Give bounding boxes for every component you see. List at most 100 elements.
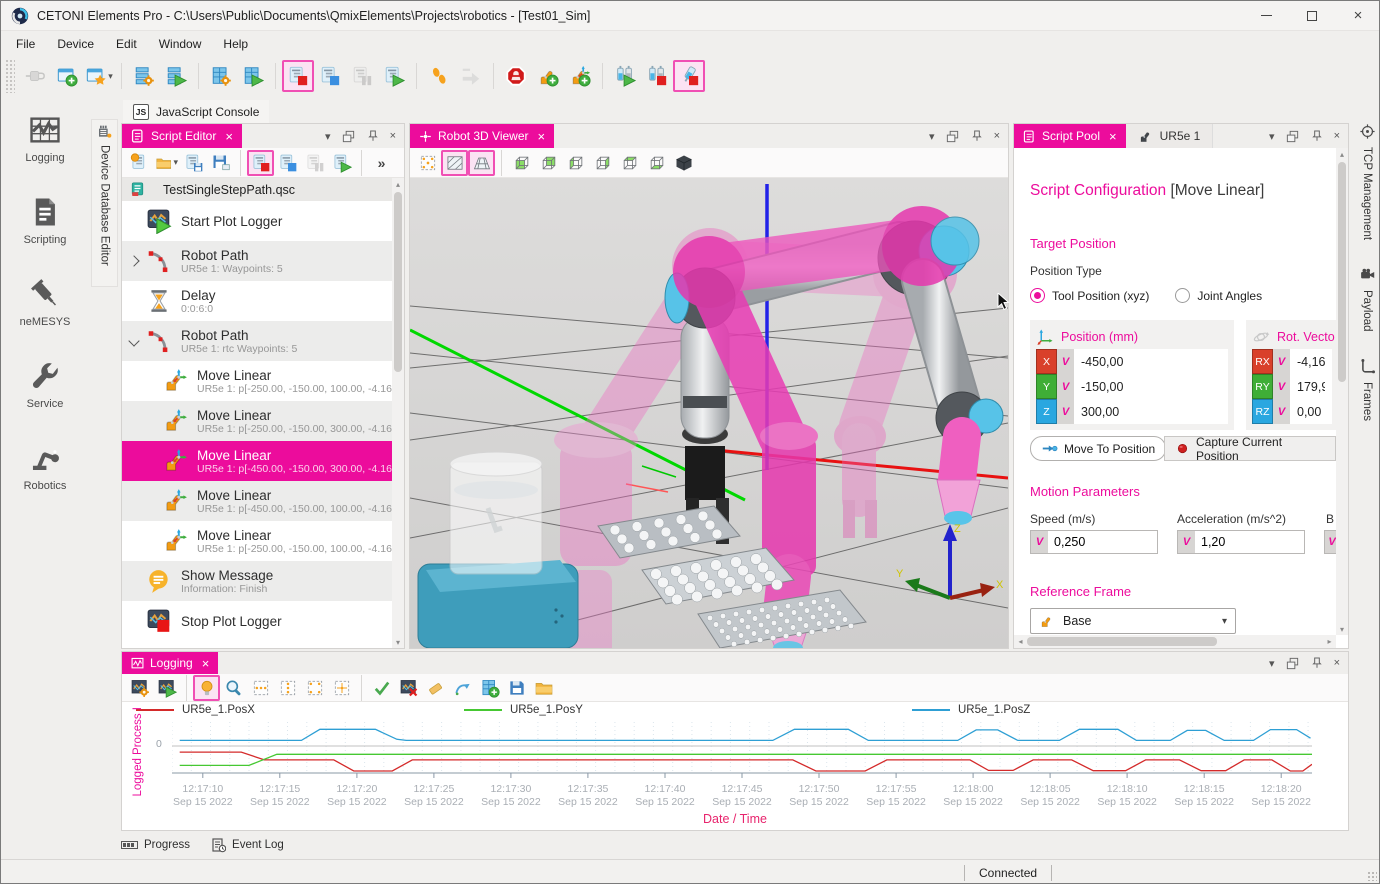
emergency-stop-icon[interactable] (500, 60, 532, 92)
tab-ur5e-1[interactable]: UR5e 1 (1126, 124, 1214, 148)
view-right-icon[interactable] (589, 150, 616, 176)
reference-frame-dropdown[interactable]: Base ▾ (1030, 608, 1236, 634)
tree-item[interactable]: Show MessageInformation: Finish (122, 561, 392, 601)
progress-tab[interactable]: Progress (121, 839, 190, 851)
position-row-y[interactable]: YV (1036, 374, 1228, 399)
view-bottom-icon[interactable] (643, 150, 670, 176)
position-row-x[interactable]: XV (1036, 349, 1228, 374)
marker-icon[interactable] (193, 675, 220, 701)
zoom-icon[interactable] (220, 675, 247, 701)
dock-tab-tcp-management[interactable]: TCP Management (1359, 123, 1376, 240)
device-database-editor-tab[interactable]: Device Database Editor (91, 119, 118, 287)
skip-script-icon[interactable] (274, 150, 301, 176)
script-run-icon[interactable] (378, 60, 410, 92)
dosing-stop-icon[interactable] (641, 60, 673, 92)
overflow-icon[interactable]: » (368, 150, 395, 176)
tab-close-icon[interactable]: × (202, 656, 210, 671)
position-row-z[interactable]: ZV (1036, 399, 1228, 424)
sidebar-item-logging[interactable]: Logging (1, 97, 89, 179)
step-run-icon[interactable] (423, 60, 455, 92)
panel-close-icon[interactable]: × (1334, 657, 1340, 669)
tree-item[interactable]: Stop Plot Logger (122, 601, 392, 641)
tab-close-icon[interactable]: × (538, 129, 546, 144)
script-skip-icon[interactable] (314, 60, 346, 92)
rotation-row-rx[interactable]: RXV (1252, 349, 1332, 374)
tree-item[interactable]: Start Plot Logger (122, 201, 392, 241)
view-top-icon[interactable] (616, 150, 643, 176)
menu-window[interactable]: Window (148, 34, 213, 54)
panel-menu-icon[interactable]: ▾ (325, 130, 331, 143)
panel-float-icon[interactable] (945, 129, 960, 144)
close-icon[interactable]: × (1335, 1, 1380, 31)
menu-file[interactable]: File (5, 34, 46, 54)
expander-icon[interactable] (128, 335, 139, 346)
panel-pin-icon[interactable] (1310, 656, 1324, 671)
origin-icon[interactable] (414, 150, 441, 176)
event-log-tab[interactable]: Event Log (212, 838, 284, 853)
add-robot-icon[interactable] (532, 60, 564, 92)
panel-menu-icon[interactable]: ▾ (1269, 130, 1275, 143)
clear-plot-icon[interactable] (395, 675, 422, 701)
dock-tab-frames[interactable]: Frames (1359, 358, 1376, 421)
tree-item[interactable]: Move LinearUR5e 1: p[-250.00, -150.00, 3… (122, 401, 392, 441)
sidebar-item-scripting[interactable]: Scripting (1, 179, 89, 261)
expander-icon[interactable] (128, 255, 139, 266)
scale-box-icon[interactable] (301, 675, 328, 701)
floor-grid-icon[interactable] (468, 150, 495, 176)
add-window-icon[interactable] (51, 60, 83, 92)
minimize-icon[interactable] (1243, 1, 1289, 31)
panel-pin-icon[interactable] (970, 129, 984, 144)
tree-item-selected[interactable]: Move LinearUR5e 1: p[-450.00, -150.00, 3… (122, 441, 392, 481)
robot-3d-scene[interactable]: Z Y X (410, 178, 1008, 648)
panel-float-icon[interactable] (1285, 129, 1300, 144)
sidebar-item-robotics[interactable]: Robotics (1, 425, 89, 507)
rotation-row-rz[interactable]: RZV (1252, 399, 1332, 424)
syringe-stop-icon[interactable] (673, 60, 705, 92)
panel-close-icon[interactable]: × (1334, 130, 1340, 142)
view-left-icon[interactable] (562, 150, 589, 176)
move-to-position-button[interactable]: Move To Position (1030, 436, 1166, 461)
tab-script-pool[interactable]: Script Pool× (1014, 124, 1126, 148)
tab-script-editor[interactable]: Script Editor× (122, 124, 242, 148)
tab-robot-3d-viewer[interactable]: Robot 3D Viewer× (410, 124, 554, 148)
open-script-icon[interactable]: ▾ (153, 150, 180, 176)
new-script-icon[interactable] (126, 150, 153, 176)
step-over-icon[interactable] (455, 60, 487, 92)
clipped-field[interactable]: V (1324, 530, 1336, 554)
tree-item[interactable]: Move LinearUR5e 1: p[-250.00, -150.00, 1… (122, 521, 392, 561)
panel-pin-icon[interactable] (366, 129, 380, 144)
device-start-icon[interactable] (160, 60, 192, 92)
scale-y-icon[interactable] (274, 675, 301, 701)
speed-field[interactable]: V (1030, 530, 1158, 554)
export-data-icon[interactable] (449, 675, 476, 701)
rotation-row-ry[interactable]: RYV (1252, 374, 1332, 399)
scale-auto-icon[interactable] (328, 675, 355, 701)
script-tree-scrollbar[interactable]: ▴ ▾ (392, 178, 404, 648)
capture-current-position-button[interactable]: Capture Current Position (1164, 436, 1336, 461)
sidebar-item-nemesys[interactable]: neMESYS (1, 261, 89, 343)
tree-item[interactable]: Move LinearUR5e 1: p[-250.00, -150.00, 1… (122, 361, 392, 401)
favorite-windows-icon[interactable]: ▾ (83, 60, 115, 92)
accept-icon[interactable] (368, 675, 395, 701)
run-script-icon[interactable] (328, 150, 355, 176)
panel-pin-icon[interactable] (1310, 129, 1324, 144)
menu-device[interactable]: Device (46, 34, 105, 54)
tree-root[interactable]: TestSingleStepPath.qsc (122, 178, 392, 201)
menu-help[interactable]: Help (212, 34, 259, 54)
disconnect-icon[interactable] (19, 60, 51, 92)
module-start-icon[interactable] (237, 60, 269, 92)
stop-script-icon[interactable] (247, 150, 274, 176)
plot-start-icon[interactable] (153, 675, 180, 701)
panel-float-icon[interactable] (341, 129, 356, 144)
add-robot-axes-icon[interactable] (564, 60, 596, 92)
radio-tool-position[interactable]: Tool Position (xyz) (1030, 288, 1149, 303)
save-data-icon[interactable] (503, 675, 530, 701)
eraser-icon[interactable] (422, 675, 449, 701)
panel-close-icon[interactable]: × (994, 130, 1000, 142)
tab-close-icon[interactable]: × (1109, 129, 1117, 144)
view-back-icon[interactable] (535, 150, 562, 176)
plot-settings-icon[interactable] (126, 675, 153, 701)
scale-x-icon[interactable] (247, 675, 274, 701)
menu-edit[interactable]: Edit (105, 34, 148, 54)
radio-joint-angles[interactable]: Joint Angles (1175, 288, 1262, 303)
